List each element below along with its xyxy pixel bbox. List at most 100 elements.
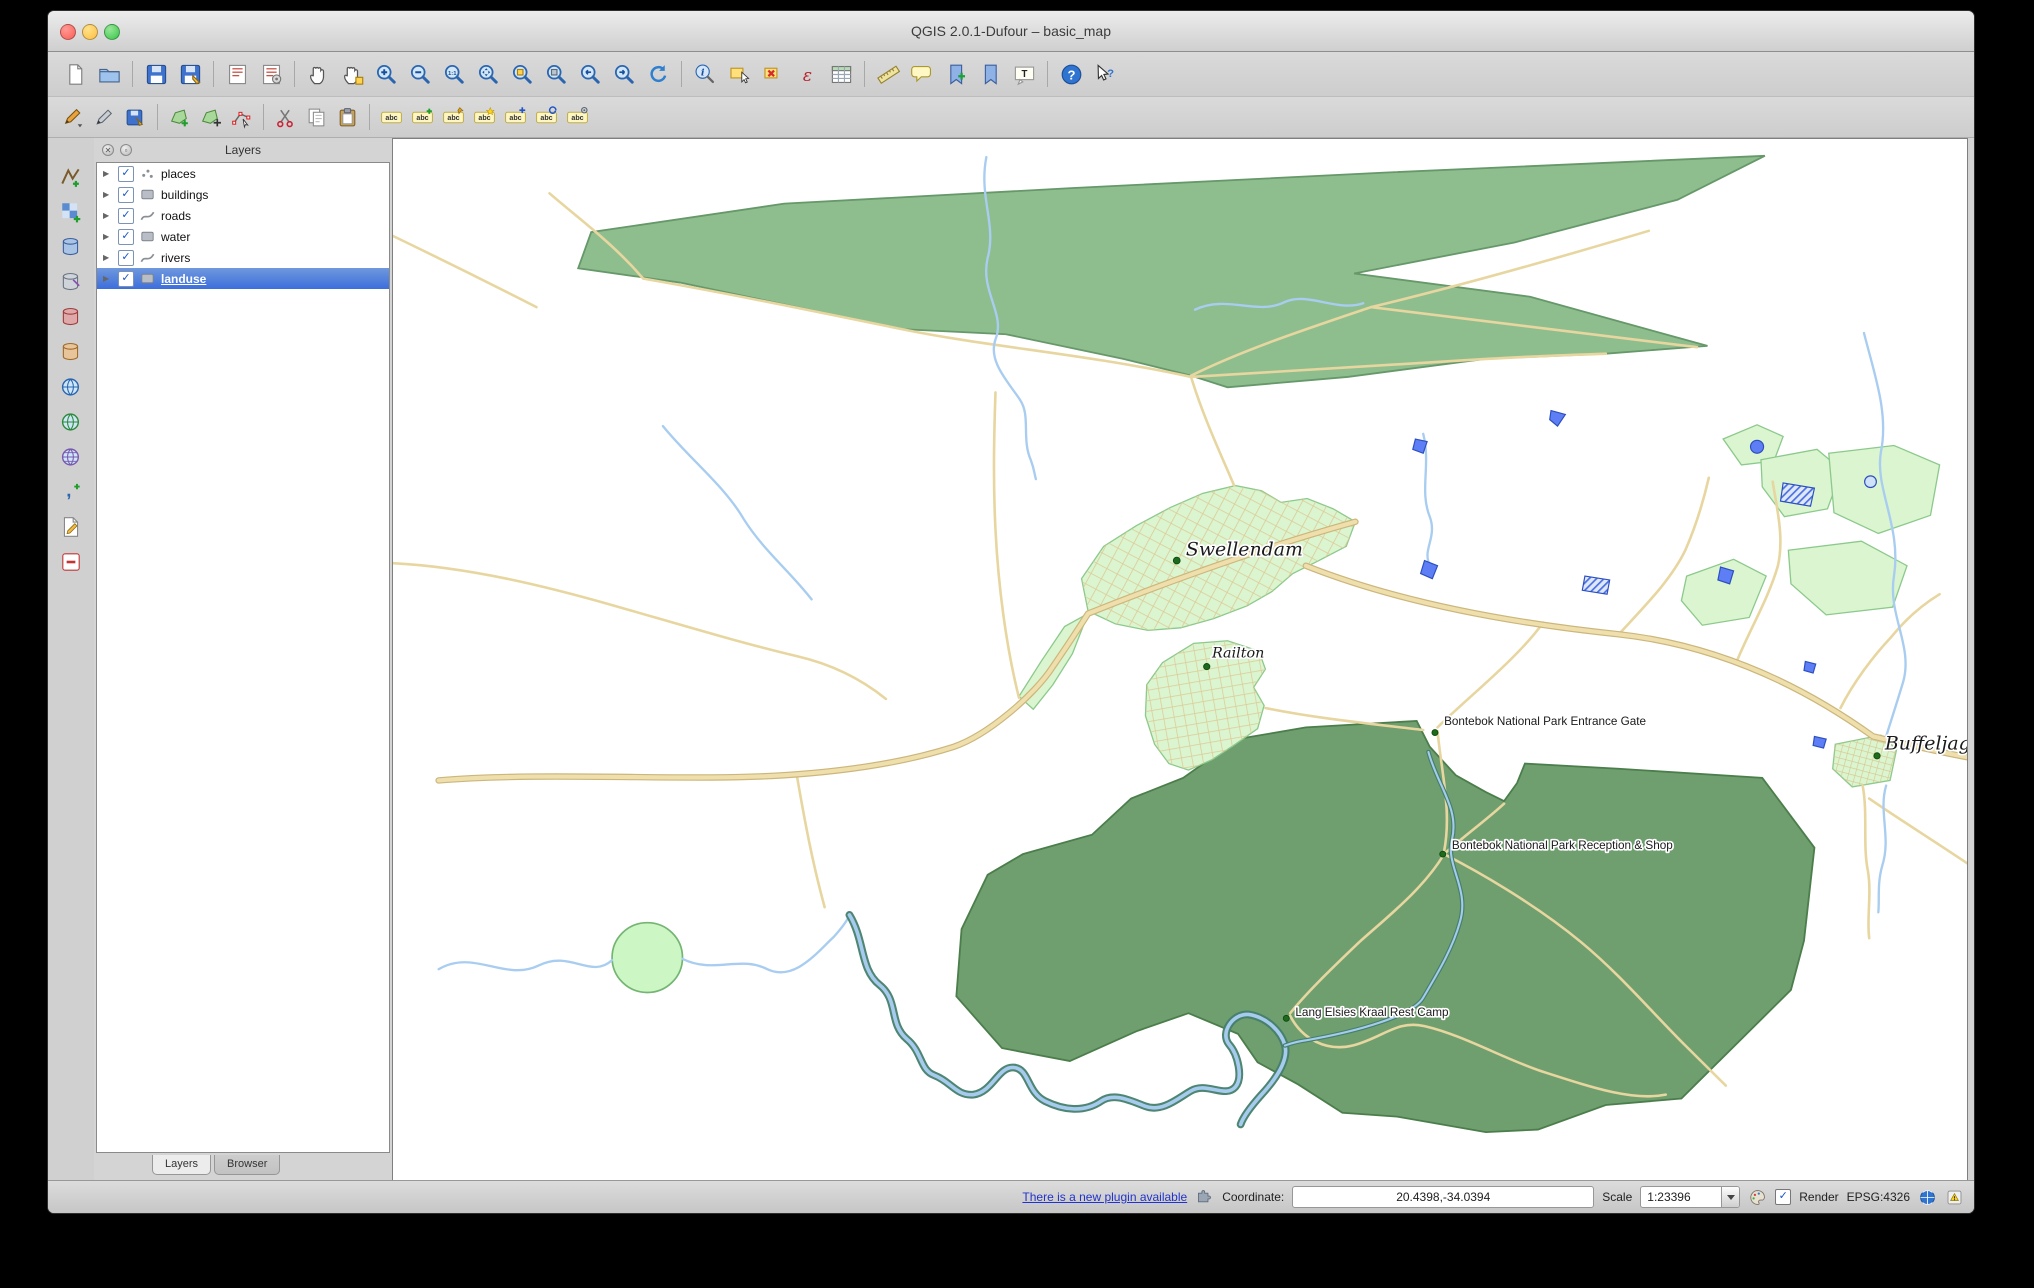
scale-combobox[interactable]: 1:23396 (1640, 1186, 1741, 1208)
expand-arrow-icon[interactable]: ▶ (103, 253, 113, 262)
expand-arrow-icon[interactable]: ▶ (103, 232, 113, 241)
tab-browser[interactable]: Browser (214, 1155, 281, 1175)
layer-visibility-checkbox[interactable]: ✓ (118, 228, 134, 245)
composer-manager-button[interactable] (254, 57, 288, 91)
measure-line-button[interactable] (871, 57, 905, 91)
label-properties-button[interactable]: abc (562, 102, 593, 133)
layer-item-places[interactable]: ▶ ✓ places (97, 163, 389, 184)
layer-visibility-checkbox[interactable]: ✓ (118, 165, 134, 182)
select-features-button[interactable] (722, 57, 756, 91)
add-wms-layer-button[interactable] (56, 372, 86, 402)
layer-visibility-checkbox[interactable]: ✓ (118, 207, 134, 224)
help-button[interactable]: ? (1054, 57, 1088, 91)
svg-text:?: ? (1107, 67, 1114, 79)
new-bookmark-button[interactable] (939, 57, 973, 91)
layer-item-buildings[interactable]: ▶ ✓ buildings (97, 184, 389, 205)
scale-dropdown-arrow-icon[interactable] (1721, 1187, 1740, 1207)
layer-visibility-checkbox[interactable]: ✓ (118, 249, 134, 266)
expand-arrow-icon[interactable]: ▶ (103, 169, 113, 178)
expand-arrow-icon[interactable]: ▶ (103, 190, 113, 199)
label-highlight-button[interactable]: abc (469, 102, 500, 133)
scale-label: Scale (1602, 1190, 1633, 1204)
render-checkbox[interactable]: ✓ (1775, 1189, 1792, 1205)
show-bookmarks-button[interactable] (973, 57, 1007, 91)
zoom-in-button[interactable] (369, 57, 403, 91)
map-canvas[interactable]: Swellendam Railton Bontebok National Par… (392, 138, 1968, 1181)
map-tips-button[interactable] (905, 57, 939, 91)
expand-arrow-icon[interactable]: ▶ (103, 211, 113, 220)
remove-layer-button[interactable] (56, 547, 86, 577)
toolbar-separator (263, 104, 264, 130)
zoom-to-selection-button[interactable] (505, 57, 539, 91)
toggle-editing-button[interactable] (89, 102, 120, 133)
svg-text:1:1: 1:1 (447, 70, 456, 76)
layer-line-icon (139, 249, 156, 266)
new-shapefile-button[interactable] (56, 512, 86, 542)
deselect-features-button[interactable] (756, 57, 790, 91)
copy-features-button[interactable] (301, 102, 332, 133)
add-wcs-layer-button[interactable] (56, 442, 86, 472)
panel-tabs: Layers Browser (94, 1153, 392, 1181)
add-spatialite-layer-button[interactable] (56, 267, 86, 297)
log-messages-button[interactable] (1945, 1188, 1964, 1207)
zoom-full-button[interactable] (471, 57, 505, 91)
node-tool-button[interactable] (226, 102, 257, 133)
coordinate-label: Coordinate: (1222, 1190, 1285, 1204)
crs-status-button[interactable] (1918, 1188, 1937, 1207)
move-feature-button[interactable] (195, 102, 226, 133)
new-print-composer-button[interactable] (220, 57, 254, 91)
add-mssql-layer-button[interactable] (56, 302, 86, 332)
layer-visibility-checkbox[interactable]: ✓ (118, 270, 134, 287)
cut-features-button[interactable] (270, 102, 301, 133)
save-project-as-button[interactable] (173, 57, 207, 91)
add-delimited-text-layer-button[interactable]: , (56, 477, 86, 507)
label-rotate-button[interactable]: abc (531, 102, 562, 133)
zoom-next-button[interactable] (607, 57, 641, 91)
open-project-button[interactable] (92, 57, 126, 91)
pan-map-button[interactable] (301, 57, 335, 91)
select-by-expression-button[interactable]: ε (790, 57, 824, 91)
text-annotation-button[interactable]: T (1007, 57, 1041, 91)
layer-item-roads[interactable]: ▶ ✓ roads (97, 205, 389, 226)
pan-to-selection-button[interactable] (335, 57, 369, 91)
label-move-button[interactable]: abc (500, 102, 531, 133)
toolbar-separator (294, 61, 295, 87)
open-attribute-table-button[interactable] (824, 57, 858, 91)
epsg-label: EPSG:4326 (1846, 1190, 1910, 1204)
new-project-button[interactable] (58, 57, 92, 91)
refresh-map-button[interactable] (641, 57, 675, 91)
render-paint-icon[interactable] (1748, 1188, 1767, 1207)
label-pin-button[interactable]: abc (438, 102, 469, 133)
identify-features-button[interactable]: i (688, 57, 722, 91)
label-add-button[interactable]: abc (407, 102, 438, 133)
current-edits-button[interactable] (58, 102, 89, 133)
layer-name: places (161, 166, 196, 181)
map-label-park-reception: Bontebok National Park Reception & Shop (1452, 839, 1673, 852)
zoom-to-layer-button[interactable] (539, 57, 573, 91)
layer-labeling-button[interactable]: abc (376, 102, 407, 133)
layer-visibility-checkbox[interactable]: ✓ (118, 186, 134, 203)
toolbar-separator (681, 61, 682, 87)
zoom-last-button[interactable] (573, 57, 607, 91)
add-postgis-layer-button[interactable] (56, 232, 86, 262)
plugin-icon[interactable] (1195, 1188, 1214, 1207)
zoom-native-button[interactable]: 1:1 (437, 57, 471, 91)
add-vector-layer-button[interactable] (56, 162, 86, 192)
add-feature-button[interactable] (164, 102, 195, 133)
layer-polygon-icon (139, 186, 156, 203)
add-wfs-layer-button[interactable] (56, 407, 86, 437)
new-plugin-link[interactable]: There is a new plugin available (1022, 1190, 1187, 1204)
zoom-out-button[interactable] (403, 57, 437, 91)
expand-arrow-icon[interactable]: ▶ (103, 274, 113, 283)
save-project-button[interactable] (139, 57, 173, 91)
save-layer-edits-button[interactable] (120, 102, 151, 133)
add-oracle-layer-button[interactable] (56, 337, 86, 367)
tab-layers[interactable]: Layers (152, 1155, 212, 1175)
whats-this-button[interactable]: ? (1088, 57, 1122, 91)
layer-item-water[interactable]: ▶ ✓ water (97, 226, 389, 247)
layer-item-landuse[interactable]: ▶ ✓ landuse (97, 268, 389, 289)
paste-features-button[interactable] (332, 102, 363, 133)
layer-item-rivers[interactable]: ▶ ✓ rivers (97, 247, 389, 268)
add-raster-layer-button[interactable] (56, 197, 86, 227)
coordinate-input[interactable]: 20.4398,-34.0394 (1292, 1186, 1595, 1208)
